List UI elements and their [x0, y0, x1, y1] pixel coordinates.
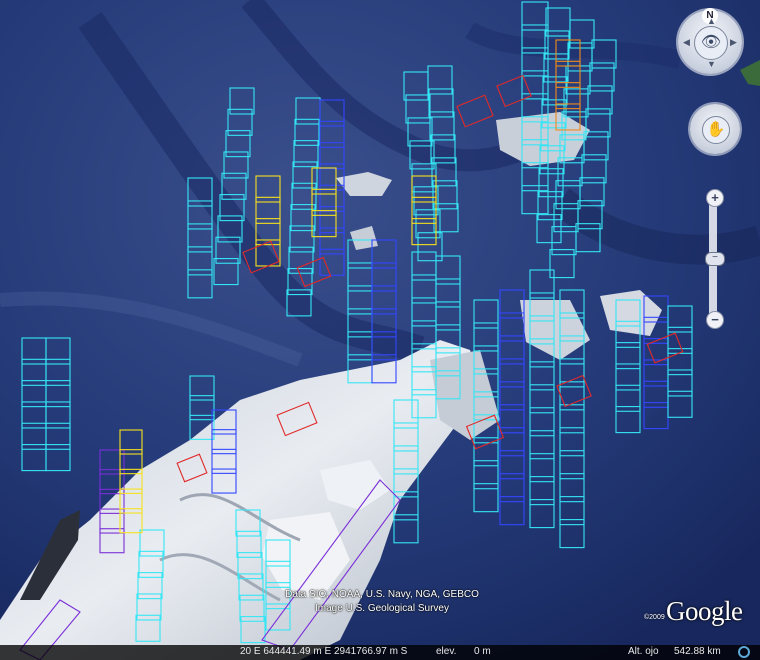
- hand-icon[interactable]: ✋: [702, 116, 730, 144]
- credits-data-line: Data SIO, NOAA, U.S. Navy, NGA, GEBCO: [285, 589, 479, 600]
- look-right-arrow-icon[interactable]: ▶: [730, 37, 737, 48]
- imagery-credits: Data SIO, NOAA, U.S. Navy, NGA, GEBCO Im…: [262, 588, 502, 616]
- elevation-value: 0 m: [474, 646, 491, 657]
- copyright-year: ©2009: [644, 614, 665, 621]
- tilt-up-arrow-icon[interactable]: ▲: [707, 16, 716, 26]
- tilt-down-arrow-icon[interactable]: ▼: [707, 59, 716, 69]
- zoom-in-button[interactable]: +: [706, 189, 724, 207]
- google-logo: Google: [666, 596, 743, 626]
- satellite-imagery: [0, 0, 760, 660]
- move-control[interactable]: ✋: [690, 104, 740, 154]
- eye-altitude-value: 542.88 km: [674, 646, 721, 657]
- zoom-slider-handle[interactable]: −: [705, 252, 725, 266]
- credits-image-line: Image U.S. Geological Survey: [315, 603, 449, 614]
- pointer-coordinates: 20 E 644441.49 m E 2941766.97 m S: [240, 646, 408, 657]
- elevation-label: elev.: [436, 646, 457, 657]
- look-left-arrow-icon[interactable]: ◀: [683, 37, 690, 48]
- streaming-indicator-icon: [738, 646, 750, 658]
- eye-icon[interactable]: 👁: [694, 26, 728, 60]
- eye-altitude-label: Alt. ojo: [628, 646, 659, 657]
- zoom-out-button[interactable]: −: [706, 311, 724, 329]
- status-bar: 20 E 644441.49 m E 2941766.97 m S elev. …: [0, 645, 760, 660]
- look-around-control[interactable]: N 👁 ▲ ▼ ◀ ▶: [678, 8, 742, 74]
- map-view[interactable]: [0, 0, 760, 660]
